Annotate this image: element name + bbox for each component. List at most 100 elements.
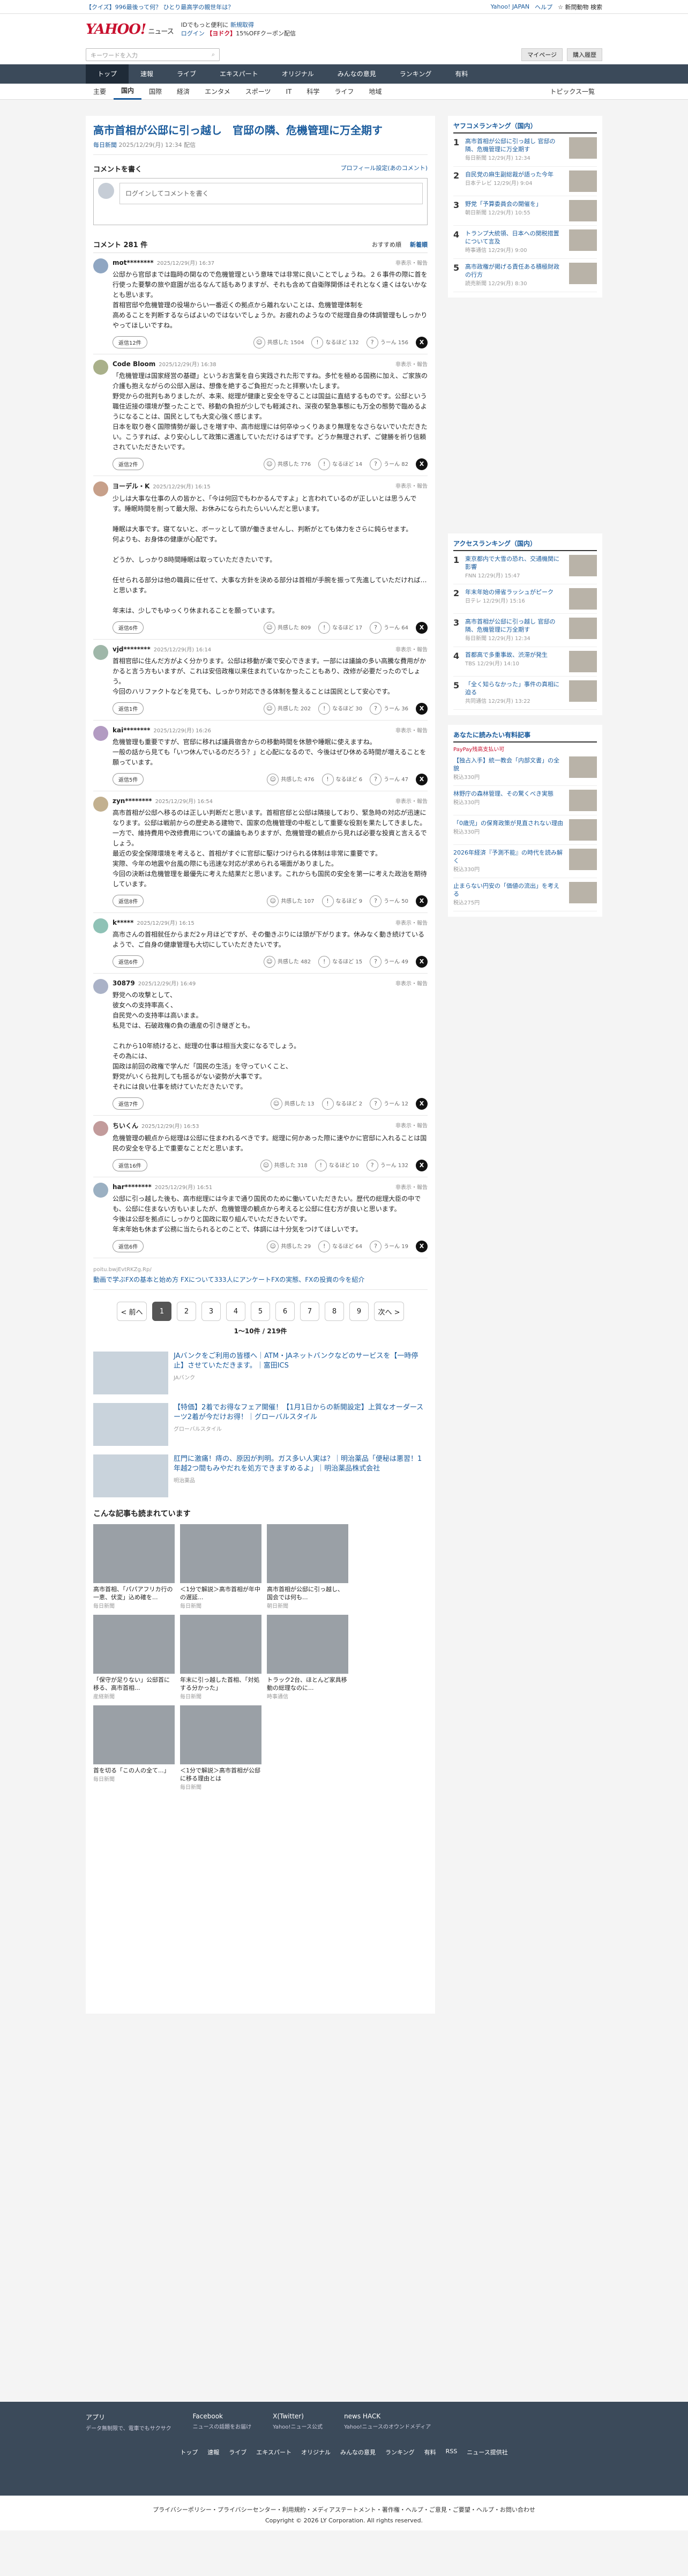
topics-list-link[interactable]: トピックス一覧 [542, 84, 602, 99]
footer-col[interactable]: Facebook ニュースの話題をお届け [193, 2412, 252, 2432]
page-7[interactable]: 7 [300, 1302, 319, 1321]
hmm-button[interactable]: ? うーん 49 [370, 955, 408, 968]
comment-author[interactable]: ちいくん [113, 1122, 138, 1130]
page-1[interactable]: 1 [152, 1302, 171, 1321]
insight-button[interactable]: ! なるほど 2 [321, 1097, 362, 1110]
agree-button[interactable]: ☺ 共感した 13 [270, 1097, 315, 1110]
avatar[interactable] [93, 918, 108, 933]
comment-author[interactable]: mot******** [113, 259, 154, 266]
agree-button[interactable]: ☺ 共感した 202 [263, 702, 311, 715]
mypage-button[interactable]: マイページ [521, 48, 563, 61]
insight-button[interactable]: ! なるほど 30 [318, 702, 362, 715]
agree-button[interactable]: ☺ 共感した 1504 [253, 336, 304, 348]
purchase-history-button[interactable]: 購入履歴 [567, 48, 602, 61]
next-button[interactable]: 次へ > [374, 1302, 404, 1321]
footer-col[interactable]: news HACK Yahoo!ニュースのオウンドメディア [344, 2412, 431, 2432]
comment-author[interactable]: 30879 [113, 979, 135, 987]
ranking-item[interactable]: 4 首都高で多重事故、渋滞が発生 TBS 12/29(月) 14:10 [453, 647, 597, 677]
ranking-item[interactable]: 4 トランプ大統領、日本への関税措置について言及 時事通信 12/29(月) 9:0… [453, 226, 597, 259]
page-6[interactable]: 6 [275, 1302, 295, 1321]
also-read-item[interactable]: 年末に引っ越した首相、「対処する分かった」 毎日新聞 [180, 1615, 261, 1700]
footer-link[interactable]: ライブ [229, 2448, 246, 2456]
report-link[interactable]: 非表示・報告 [395, 797, 428, 805]
report-link[interactable]: 非表示・報告 [395, 481, 428, 491]
article-title[interactable]: 高市首相が公邸に引っ越し 官邸の隣、危機管理に万全期す [93, 123, 428, 137]
sort-recommended[interactable]: おすすめ順 [372, 240, 401, 249]
ranking-item[interactable]: 5 高市政権が掲げる責任ある積極財政の行方 読売新聞 12/29(月) 8:30 [453, 259, 597, 292]
insight-button[interactable]: ! なるほど 6 [321, 773, 362, 785]
hmm-button[interactable]: ? うーん 19 [370, 1240, 408, 1252]
nav-expert[interactable]: エキスパート [208, 64, 270, 84]
report-link[interactable]: 非表示・報告 [395, 979, 428, 987]
ad-item[interactable]: 【特価】2着でお得なフェア開催！【1月1日からの新開設定】上質なオーダースーツ2… [93, 1403, 428, 1446]
hmm-button[interactable]: ? うーん 64 [370, 621, 408, 634]
report-link[interactable]: 非表示・報告 [395, 360, 428, 368]
footer-link[interactable]: 有料 [424, 2448, 436, 2456]
yahoo-logo[interactable]: YAHOO! ニュース [86, 21, 174, 38]
footer-link[interactable]: トップ [180, 2448, 198, 2456]
footer-link[interactable]: 速報 [207, 2448, 219, 2456]
x-share-icon[interactable]: X [416, 895, 428, 907]
comment-author[interactable]: k***** [113, 919, 133, 926]
report-link[interactable]: 非表示・報告 [395, 1183, 428, 1191]
hmm-button[interactable]: ? うーん 132 [366, 1159, 408, 1171]
reply-button[interactable]: 返信5件 [113, 773, 144, 785]
report-link[interactable]: 非表示・報告 [395, 726, 428, 734]
agree-button[interactable]: ☺ 共感した 809 [263, 621, 311, 634]
paid-article-item[interactable]: 止まらない円安の「価値の流出」を考える 税込275円 [453, 878, 597, 911]
also-read-item[interactable]: 首を切る「この人の全て...」 毎日新聞 [93, 1705, 175, 1791]
nav-ranking[interactable]: ランキング [388, 64, 444, 84]
footer-link[interactable]: ニュース提供社 [467, 2448, 507, 2456]
ad-item[interactable]: 肛門に激痛！痔の、原因が判明。ガス多い人実は？｜明治薬品「便秘は悪習！1年越2つ… [93, 1454, 428, 1497]
login-link[interactable]: ログイン [181, 30, 205, 37]
hmm-button[interactable]: ? うーん 156 [366, 336, 408, 348]
sort-newest[interactable]: 新着順 [410, 240, 428, 249]
footer-link[interactable]: ランキング [385, 2448, 415, 2456]
ranking-item[interactable]: 1 東京都内で大雪の恐れ、交通機関に影響 FNN 12/29(月) 15:47 [453, 551, 597, 584]
paid-article-item[interactable]: 「0歳児」の保育政策が見直されない理由 税込330円 [453, 815, 597, 845]
reply-button[interactable]: 返信12件 [113, 336, 147, 348]
insight-button[interactable]: ! なるほど 132 [311, 336, 359, 348]
calendar-link[interactable]: ☆ 新問動物 検索 [558, 3, 602, 11]
ranking-item[interactable]: 3 高市首相が公邸に引っ越し 官邸の隣、危機管理に万全期す 毎日新聞 12/29(月… [453, 614, 597, 647]
footer-link[interactable]: オリジナル [301, 2448, 331, 2456]
inline-ad[interactable]: poitu.bwjEvtRKZg.Rp/動画で学ぶFXの基本と始め方 FXについ… [93, 1261, 428, 1290]
footer-col[interactable]: アプリ データ無制限で、電車でもサクサク [86, 2412, 171, 2432]
subnav-science[interactable]: 科学 [299, 84, 327, 99]
hmm-button[interactable]: ? うーん 82 [370, 458, 408, 470]
nav-top[interactable]: トップ [86, 64, 129, 84]
also-read-item[interactable]: ＜1分で解説＞高市首相が年中の遅延... 毎日新聞 [180, 1524, 261, 1609]
reply-button[interactable]: 返信6件 [113, 1240, 144, 1252]
reply-button[interactable]: 返信1件 [113, 702, 144, 715]
hmm-button[interactable]: ? うーん 47 [370, 773, 408, 785]
agree-button[interactable]: ☺ 共感した 318 [260, 1159, 308, 1171]
reply-button[interactable]: 返信7件 [113, 1097, 144, 1110]
subnav-main[interactable]: 主要 [86, 84, 114, 99]
subnav-local[interactable]: 地域 [361, 84, 389, 99]
footer-link[interactable]: みんなの意見 [340, 2448, 376, 2456]
ranking-item[interactable]: 3 野党「予算委員会の開催を」 朝日新聞 12/29(月) 10:55 [453, 196, 597, 226]
ranking-item[interactable]: 2 自民党の麻生副総裁が語った今年 日本テレビ 12/29(月) 9:04 [453, 167, 597, 196]
subnav-economy[interactable]: 経済 [169, 84, 197, 99]
also-read-item[interactable]: 高市首相が公邸に引っ越し、国会では何も... 朝日新聞 [267, 1524, 348, 1609]
ad-item[interactable]: JAバンクをご利用の皆様へ｜ATM・JAネットバンクなどのサービスを【一時停止】… [93, 1352, 428, 1394]
also-read-item[interactable]: 高市首相、「パパアフリカ行の一恵、伏変」込め確を... 毎日新聞 [93, 1524, 175, 1609]
subnav-ent[interactable]: エンタメ [197, 84, 238, 99]
x-share-icon[interactable]: X [416, 773, 428, 785]
x-share-icon[interactable]: X [416, 955, 428, 968]
nav-original[interactable]: オリジナル [270, 64, 326, 84]
insight-button[interactable]: ! なるほど 15 [318, 955, 362, 968]
ranking-item[interactable]: 2 年末年始の帰省ラッシュがピーク 日テレ 12/29(月) 15:16 [453, 584, 597, 614]
also-read-item[interactable]: 「保守が足りない」公邸首に移る、高市首相... 産経新聞 [93, 1615, 175, 1700]
also-read-item[interactable]: ＜1分で解説＞高市首相が公邸に移る理由とは 毎日新聞 [180, 1705, 261, 1791]
avatar[interactable] [93, 360, 108, 375]
x-share-icon[interactable]: X [416, 702, 428, 715]
x-share-icon[interactable]: X [416, 1240, 428, 1252]
avatar[interactable] [93, 797, 108, 812]
nav-live[interactable]: ライブ [165, 64, 208, 84]
report-link[interactable]: 非表示・報告 [395, 1121, 428, 1130]
report-link[interactable]: 非表示・報告 [395, 645, 428, 653]
page-9[interactable]: 9 [349, 1302, 369, 1321]
help-link[interactable]: ヘルプ [535, 3, 552, 11]
page-2[interactable]: 2 [177, 1302, 196, 1321]
